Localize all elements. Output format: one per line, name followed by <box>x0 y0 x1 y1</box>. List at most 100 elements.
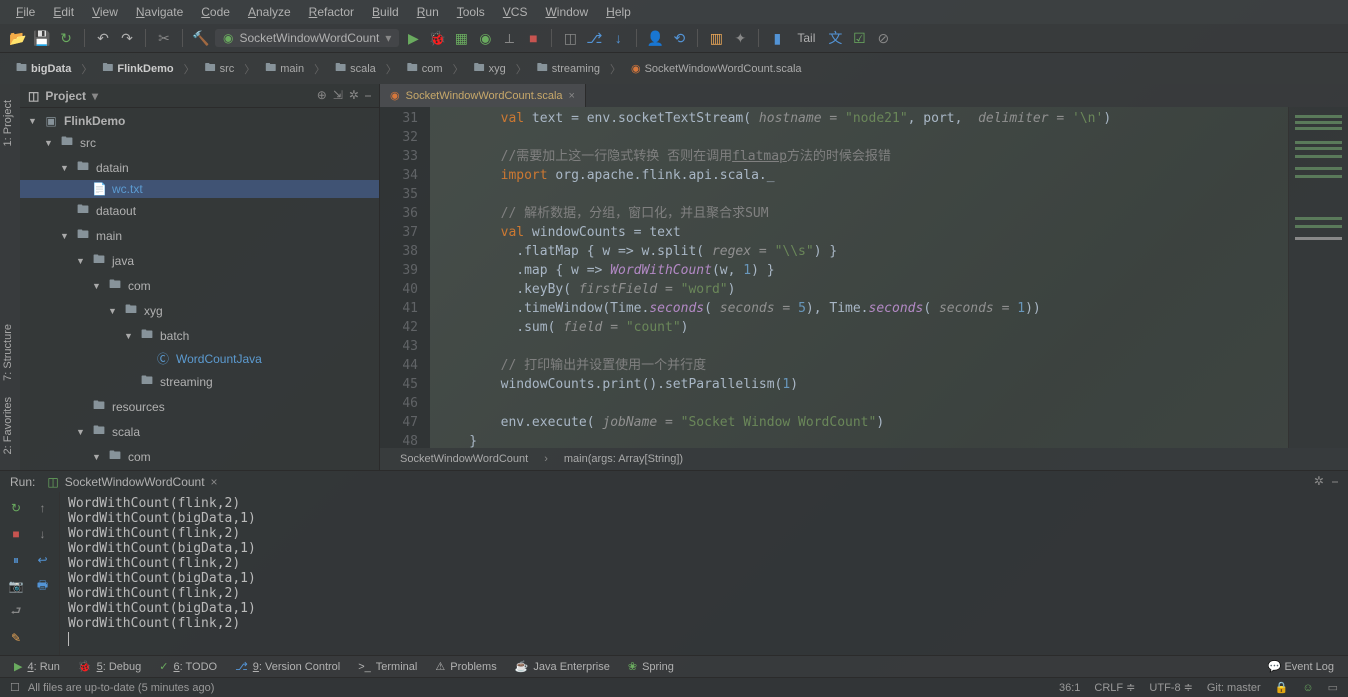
encoding[interactable]: UTF-8 ≑ <box>1149 681 1192 694</box>
editor-tab[interactable]: ◉ SocketWindowWordCount.scala × <box>380 84 586 107</box>
camera-icon[interactable]: 📷 <box>6 576 26 596</box>
project-tree[interactable]: ▼▣FlinkDemo▼🖿src▼🖿datain📄wc.txt🖿dataout▼… <box>20 108 379 470</box>
close-icon[interactable]: × <box>211 475 218 489</box>
run-icon[interactable]: ▶ <box>403 28 423 48</box>
tool-tab-spring[interactable]: ❀Spring <box>628 660 674 673</box>
tree-node-batch[interactable]: ▼🖿batch <box>20 323 379 348</box>
down-icon[interactable]: ↓ <box>33 524 53 544</box>
gear-icon[interactable]: ✲ <box>1314 474 1324 489</box>
close-tab-icon[interactable]: × <box>569 90 575 102</box>
menu-refactor[interactable]: Refactor <box>301 2 362 22</box>
stop-run-icon[interactable]: ■ <box>6 524 26 544</box>
breadcrumb-SocketWindowWordCount.scala[interactable]: ◉ SocketWindowWordCount.scala <box>625 60 808 77</box>
breadcrumb-FlinkDemo[interactable]: 🖿 FlinkDemo <box>96 57 179 80</box>
update-icon[interactable]: ↓ <box>608 28 628 48</box>
pause-icon[interactable]: ⏸ <box>6 550 26 570</box>
tree-node-java[interactable]: ▼🖿java <box>20 248 379 273</box>
print-icon[interactable]: 🖶 <box>33 576 53 596</box>
breadcrumb-class[interactable]: SocketWindowWordCount <box>400 453 528 465</box>
save-all-icon[interactable]: 💾 <box>32 28 52 48</box>
line-ending[interactable]: CRLF ≑ <box>1094 681 1135 694</box>
tree-node-main[interactable]: ▼🖿main <box>20 223 379 248</box>
tree-node-com[interactable]: ▼🖿com <box>20 444 379 469</box>
tree-node-datain[interactable]: ▼🖿datain <box>20 155 379 180</box>
breadcrumb-src[interactable]: 🖿 src <box>199 57 241 80</box>
cut-icon[interactable]: ✂ <box>154 28 174 48</box>
minimap[interactable] <box>1288 107 1348 448</box>
menu-run[interactable]: Run <box>409 2 447 22</box>
menu-analyze[interactable]: Analyze <box>240 2 299 22</box>
tree-node-dataout[interactable]: 🖿dataout <box>20 198 379 223</box>
settings-icon[interactable]: ✲ <box>349 88 359 103</box>
tool-tab-terminal[interactable]: >_Terminal <box>358 661 417 673</box>
breadcrumb-scala[interactable]: 🖿 scala <box>329 57 382 80</box>
menu-vcs[interactable]: VCS <box>495 2 536 22</box>
redo-icon[interactable]: ↷ <box>117 28 137 48</box>
breadcrumb-bigData[interactable]: 🖿 bigData <box>10 57 77 80</box>
expand-icon[interactable]: ⇲ <box>333 88 343 103</box>
minimize-icon[interactable]: ⎯ <box>1332 474 1338 489</box>
tree-node-FlinkDemo[interactable]: ▼▣FlinkDemo <box>20 112 379 130</box>
bookmark-icon[interactable]: ▮ <box>767 28 787 48</box>
coverage-icon[interactable]: ▦ <box>451 28 471 48</box>
undo-icon[interactable]: ↶ <box>93 28 113 48</box>
menu-view[interactable]: View <box>84 2 126 22</box>
breadcrumb-com[interactable]: 🖿 com <box>401 57 449 80</box>
run-config-selector[interactable]: ◉ SocketWindowWordCount ▾ <box>215 29 399 47</box>
menu-window[interactable]: Window <box>537 2 596 22</box>
profile-icon[interactable]: ◉ <box>475 28 495 48</box>
db-icon[interactable]: ▥ <box>706 28 726 48</box>
event-log-tab[interactable]: 💬 Event Log <box>1268 660 1334 673</box>
tail-label[interactable]: Tail <box>791 31 821 45</box>
hammer-icon[interactable]: 🔨 <box>191 28 211 48</box>
breadcrumb-xyg[interactable]: 🖿 xyg <box>468 57 512 80</box>
breadcrumb-main[interactable]: 🖿 main <box>259 57 310 80</box>
check-icon[interactable]: ☑ <box>849 28 869 48</box>
menu-help[interactable]: Help <box>598 2 639 22</box>
tool-tab-problems[interactable]: ⚠Problems <box>435 660 496 673</box>
menu-file[interactable]: File <box>8 2 43 22</box>
dropdown-icon[interactable]: ▾ <box>92 89 98 103</box>
tool-tab-debug[interactable]: 🐞5: Debug <box>78 660 141 673</box>
run-console[interactable]: WordWithCount(flink,2) WordWithCount(big… <box>60 492 1348 655</box>
rerun-icon[interactable]: ↻ <box>6 498 26 518</box>
lock-icon[interactable]: 🔒 <box>1275 681 1289 694</box>
inspection-icon[interactable]: ☺ <box>1302 682 1313 694</box>
avatar-icon[interactable]: 👤 <box>645 28 665 48</box>
tree-node-xyg[interactable]: ▼🖿xyg <box>20 298 379 323</box>
menu-code[interactable]: Code <box>193 2 238 22</box>
tool-tab-run[interactable]: ▶4: Run <box>14 660 60 673</box>
memory-icon[interactable]: ▭ <box>1328 681 1338 694</box>
up-icon[interactable]: ↑ <box>33 498 53 518</box>
tree-node-WordCountJava[interactable]: ⒸWordCountJava <box>20 348 379 369</box>
tree-node-streaming[interactable]: 🖿streaming <box>20 369 379 394</box>
breadcrumb-streaming[interactable]: 🖿 streaming <box>531 57 606 80</box>
branch-icon[interactable]: ⎇ <box>584 28 604 48</box>
menu-build[interactable]: Build <box>364 2 407 22</box>
tree-node-src[interactable]: ▼🖿src <box>20 130 379 155</box>
menu-navigate[interactable]: Navigate <box>128 2 191 22</box>
sync-icon[interactable]: ↻ <box>56 28 76 48</box>
git-branch[interactable]: Git: master <box>1207 682 1261 694</box>
tree-node-resources[interactable]: 🖿resources <box>20 394 379 419</box>
tool-tab-versioncontrol[interactable]: ⎇9: Version Control <box>235 660 340 673</box>
disable-icon[interactable]: ⊘ <box>873 28 893 48</box>
breadcrumb-method[interactable]: main(args: Array[String]) <box>564 453 683 465</box>
favorites-tool-tab[interactable]: 2: Favorites <box>0 389 16 462</box>
project-tool-tab[interactable]: 1: Project <box>0 92 16 154</box>
tool-icon[interactable]: ✦ <box>730 28 750 48</box>
structure-tool-tab[interactable]: 7: Structure <box>0 316 16 389</box>
tree-node-wc.txt[interactable]: 📄wc.txt <box>20 180 379 198</box>
tree-node-com[interactable]: ▼🖿com <box>20 273 379 298</box>
code-editor[interactable]: val text = env.socketTextStream( hostnam… <box>430 107 1288 448</box>
tool-tab-javaenterprise[interactable]: ☕Java Enterprise <box>515 660 610 673</box>
tree-node-scala[interactable]: ▼🖿scala <box>20 419 379 444</box>
back-nav-icon[interactable]: ⟲ <box>669 28 689 48</box>
menu-tools[interactable]: Tools <box>449 2 493 22</box>
tool-tab-todo[interactable]: ✓6: TODO <box>159 660 217 673</box>
open-icon[interactable]: 📂 <box>8 28 28 48</box>
hide-icon[interactable]: ⎯ <box>365 88 371 103</box>
caret-pos[interactable]: 36:1 <box>1059 682 1080 694</box>
menu-edit[interactable]: Edit <box>45 2 82 22</box>
stop-icon[interactable]: ■ <box>523 28 543 48</box>
